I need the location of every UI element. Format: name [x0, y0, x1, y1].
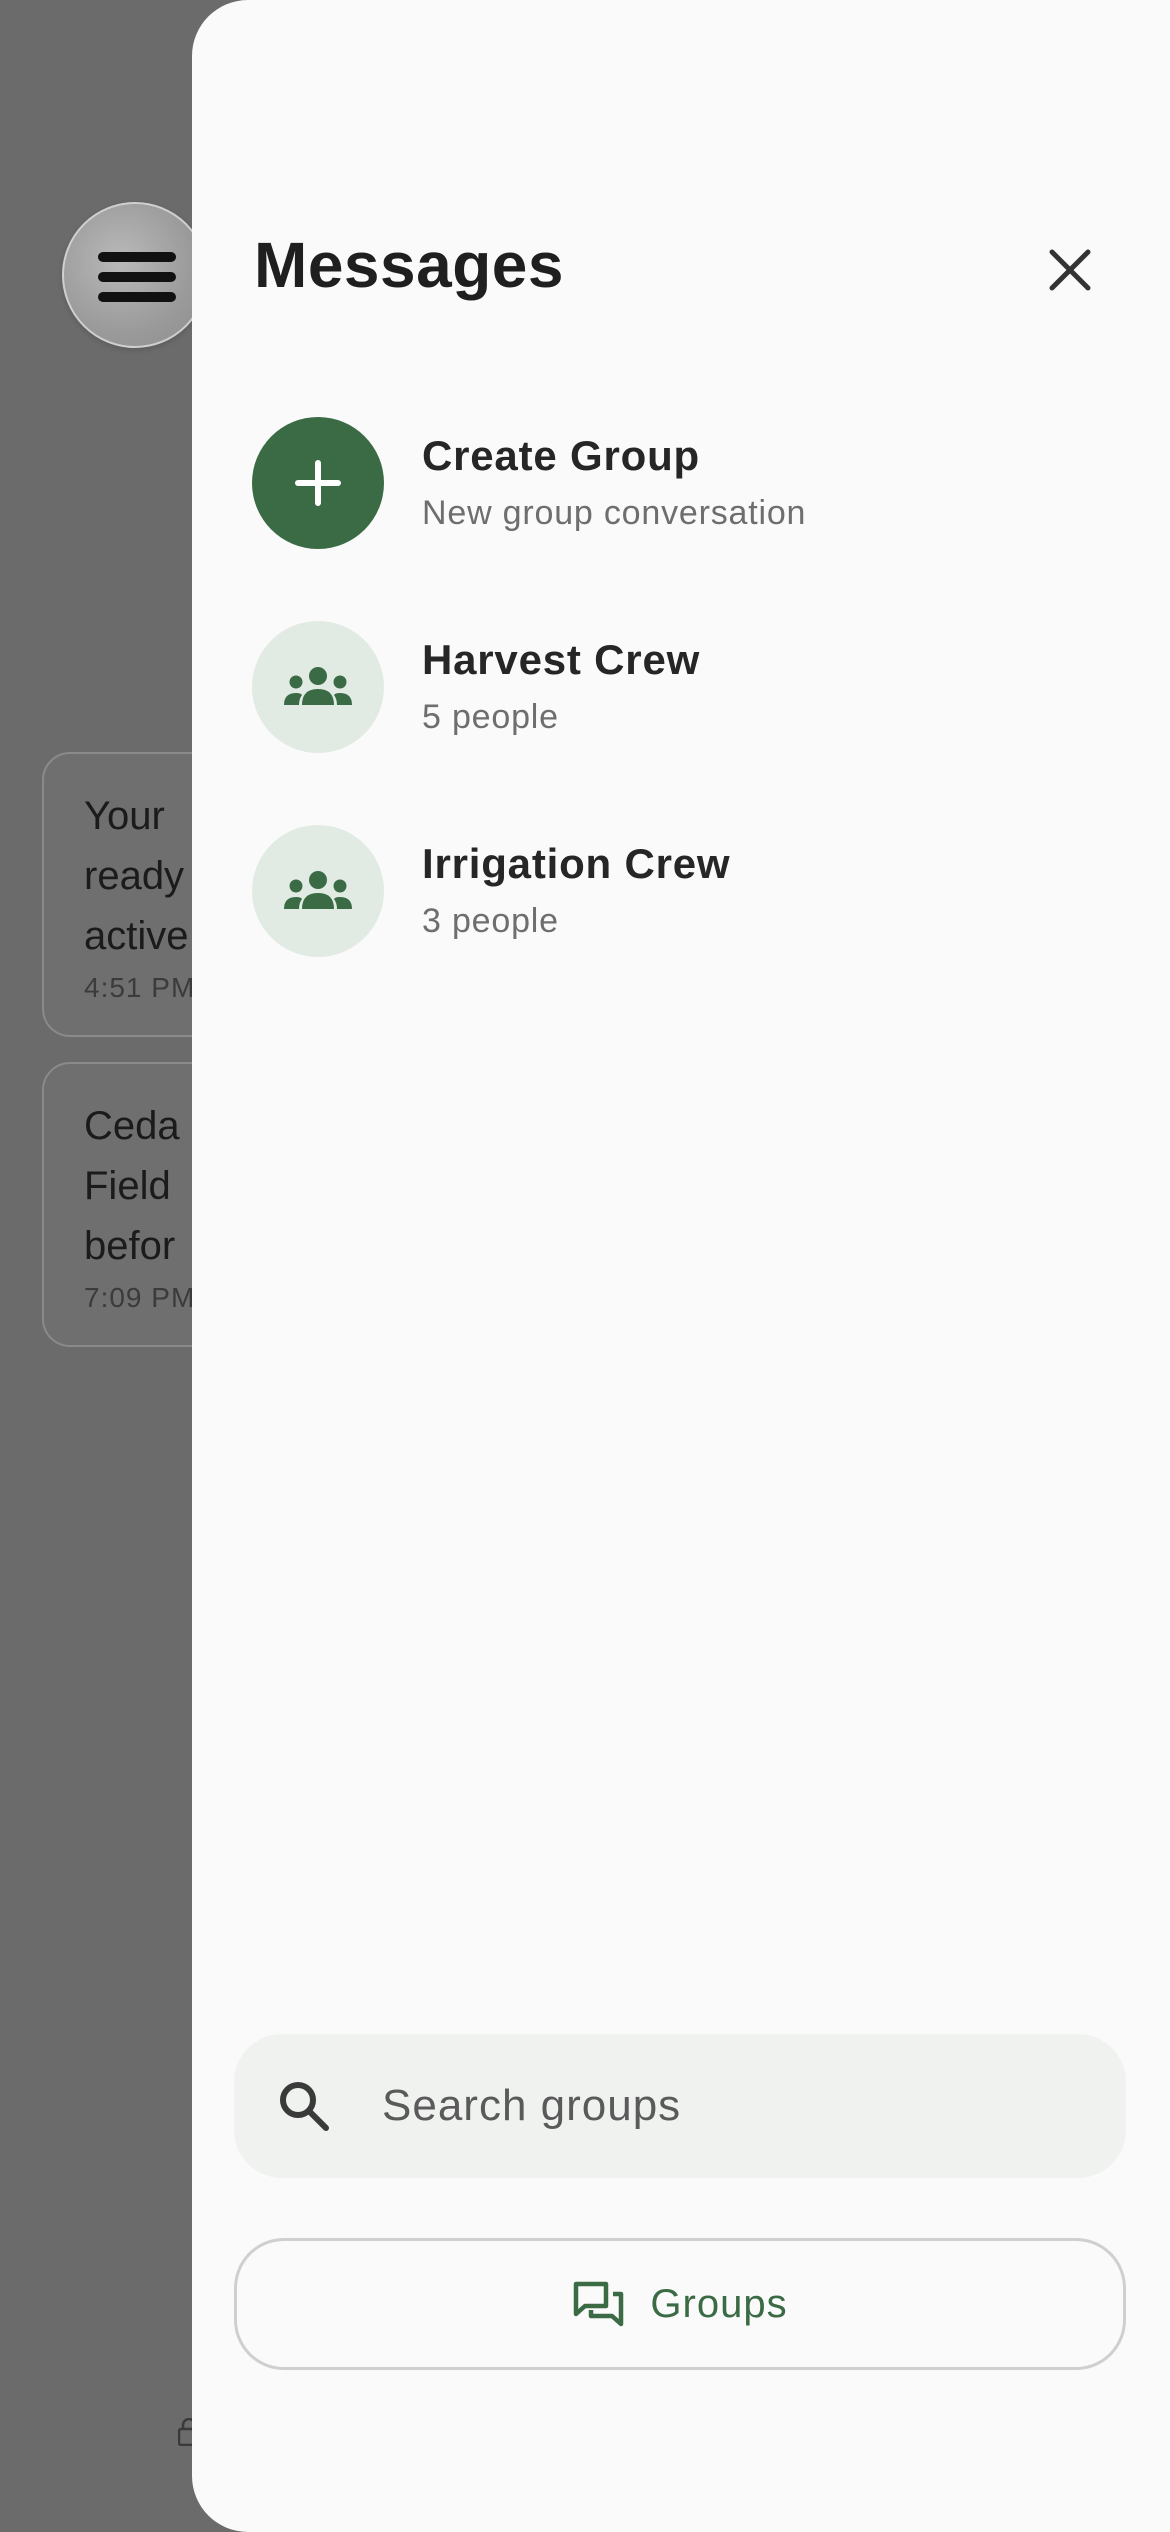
hamburger-icon-bar: [98, 272, 176, 282]
drawer-title: Messages: [254, 229, 564, 301]
chat-bubbles-icon: [572, 2277, 626, 2331]
groups-button[interactable]: Groups: [234, 2238, 1126, 2370]
group-member-count: 5 people: [422, 698, 559, 736]
group-item-text: Irrigation Crew 3 people: [422, 837, 730, 945]
search-bar[interactable]: [234, 2034, 1126, 2178]
group-item-text: Harvest Crew 5 people: [422, 633, 700, 741]
group-item-irrigation-crew[interactable]: Irrigation Crew 3 people: [252, 821, 1112, 961]
search-input[interactable]: [382, 2064, 1082, 2148]
messages-drawer: Messages Create Group New group conversa…: [192, 0, 1170, 2532]
group-people-icon: [284, 667, 352, 705]
group-name: Irrigation Crew: [422, 840, 731, 887]
create-group-subtitle: New group conversation: [422, 494, 807, 532]
group-member-count: 3 people: [422, 902, 559, 940]
group-name: Harvest Crew: [422, 636, 701, 683]
create-group-button[interactable]: Create Group New group conversation: [252, 413, 1112, 553]
search-icon: [280, 2082, 329, 2131]
group-people-icon: [284, 871, 352, 909]
create-group-title: Create Group: [422, 432, 700, 479]
close-button[interactable]: [1030, 230, 1110, 310]
create-group-text: Create Group New group conversation: [422, 429, 806, 537]
create-group-avatar: [252, 417, 384, 549]
plus-icon: [295, 460, 341, 506]
menu-button[interactable]: [62, 202, 208, 348]
close-icon: [1049, 249, 1091, 291]
group-avatar: [252, 621, 384, 753]
hamburger-icon-bar: [98, 252, 176, 262]
groups-button-label: Groups: [650, 2281, 788, 2326]
group-avatar: [252, 825, 384, 957]
hamburger-icon-bar: [98, 292, 176, 302]
group-item-harvest-crew[interactable]: Harvest Crew 5 people: [252, 617, 1112, 757]
